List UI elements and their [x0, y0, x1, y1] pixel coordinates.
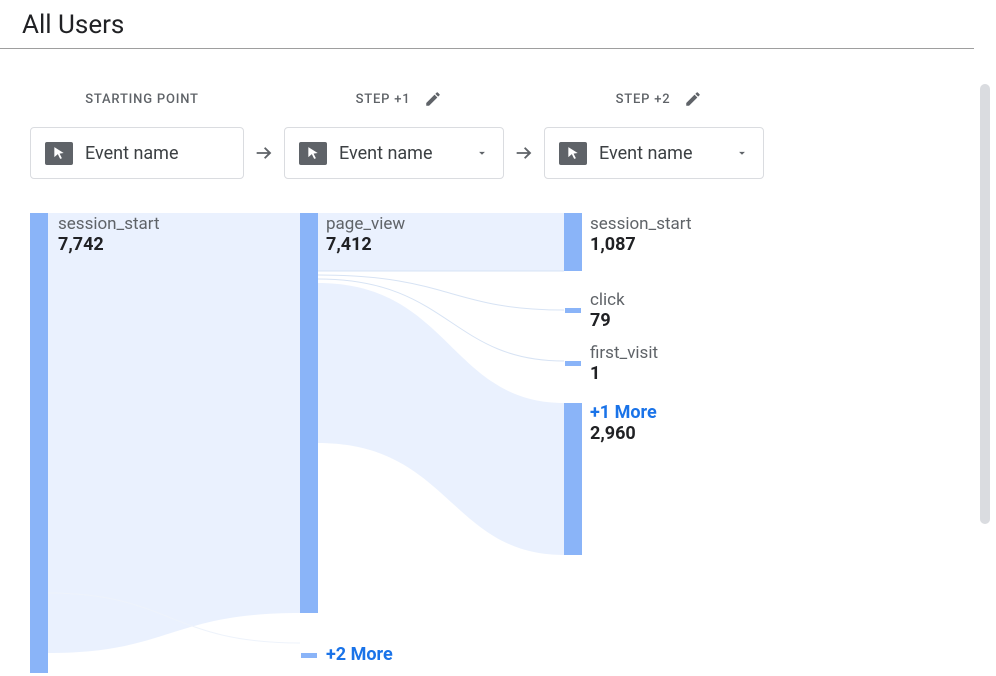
step-header-start: STARTING POINT [30, 79, 244, 119]
node-bar-more[interactable] [564, 403, 582, 555]
node-value: 79 [590, 311, 625, 332]
step-column-start: STARTING POINT Event name [30, 79, 244, 179]
chevron-down-icon [475, 146, 489, 160]
node-name: first_visit [590, 344, 658, 364]
step-column-1: STEP +1 Event name [284, 79, 504, 179]
node-value: 2,960 [590, 424, 657, 445]
edit-icon[interactable] [684, 90, 702, 108]
arrow-icon [504, 127, 544, 179]
dimension-selector-start[interactable]: Event name [30, 127, 244, 179]
more-link[interactable]: +2 More [326, 645, 393, 666]
node-name: page_view [326, 215, 405, 235]
node-bar[interactable] [565, 308, 581, 313]
chevron-down-icon [735, 146, 749, 160]
edit-icon[interactable] [424, 90, 442, 108]
cursor-icon [299, 142, 327, 165]
node-value: 1,087 [590, 235, 692, 256]
node-bar[interactable] [564, 213, 582, 271]
node-bar-more[interactable] [301, 653, 317, 658]
cursor-icon [45, 142, 73, 165]
node-value: 1 [590, 364, 658, 385]
node-label: first_visit 1 [590, 344, 658, 384]
node-bar[interactable] [565, 361, 581, 366]
dimension-selector-step2[interactable]: Event name [544, 127, 764, 179]
cursor-icon [559, 142, 587, 165]
scrollbar[interactable] [980, 84, 990, 524]
more-node[interactable]: +2 More [326, 645, 393, 666]
node-name: session_start [590, 215, 692, 235]
step-header-label: STEP +1 [356, 92, 411, 107]
step-header-2: STEP +2 [544, 79, 764, 119]
step-column-2: STEP +2 Event name [544, 79, 764, 179]
dimension-label: Event name [599, 143, 693, 164]
node-name: click [590, 291, 625, 311]
page-title: All Users [0, 0, 974, 49]
node-label: session_start 1,087 [590, 215, 692, 255]
node-name: session_start [58, 215, 160, 235]
node-label: page_view 7,412 [326, 215, 405, 255]
sankey-chart: session_start 7,742 page_view 7,412 +2 M… [30, 213, 970, 673]
node-bar[interactable] [30, 213, 48, 673]
node-value: 7,742 [58, 235, 160, 256]
dimension-selector-step1[interactable]: Event name [284, 127, 504, 179]
node-value: 7,412 [326, 235, 405, 256]
step-header-1: STEP +1 [284, 79, 504, 119]
dimension-label: Event name [339, 143, 433, 164]
node-label: click 79 [590, 291, 625, 331]
node-bar[interactable] [300, 213, 318, 613]
sankey-flows [30, 213, 970, 673]
step-header-label: STARTING POINT [85, 92, 199, 107]
more-node[interactable]: +1 More 2,960 [590, 403, 657, 444]
more-link[interactable]: +1 More [590, 403, 657, 424]
scrollbar-thumb[interactable] [980, 84, 990, 524]
path-explorer: STARTING POINT Event name STEP +1 Event … [0, 49, 996, 179]
node-label: session_start 7,742 [58, 215, 160, 255]
arrow-icon [244, 127, 284, 179]
step-header-label: STEP +2 [616, 92, 671, 107]
dimension-label: Event name [85, 143, 179, 164]
